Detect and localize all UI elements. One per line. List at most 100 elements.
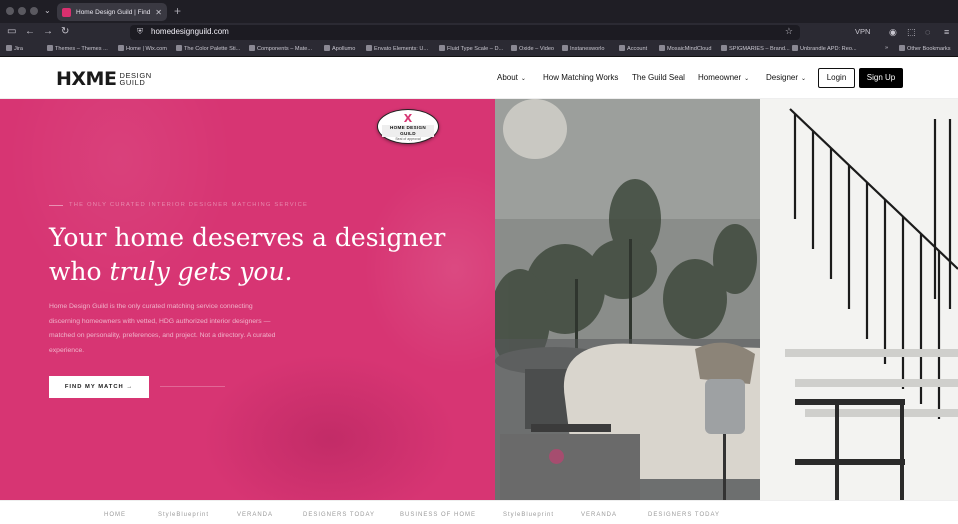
bookmark-favicon-icon — [562, 45, 568, 51]
vpn-button[interactable]: VPN — [855, 27, 870, 36]
bookmark-item[interactable]: Oxide – Video — [511, 45, 554, 52]
nav-designer[interactable]: Designer ⌄ — [766, 73, 806, 82]
window-zoom-button[interactable] — [30, 7, 38, 15]
chevron-down-icon: ⌄ — [744, 76, 750, 82]
url-text[interactable]: homedesignguild.com — [151, 27, 229, 36]
signup-button[interactable]: Sign Up — [859, 68, 903, 88]
folder-icon — [899, 45, 905, 51]
bookmark-favicon-icon — [118, 45, 124, 51]
bookmark-item[interactable]: Account — [619, 45, 647, 52]
browser-toolbar: ▭ ← → ↻ ⛨ homedesignguild.com ☆ VPN ◉ ⬚ … — [0, 23, 958, 42]
bookmark-item[interactable]: SPIGMARIES – Brand... — [721, 45, 790, 52]
hero-pink-panel: THE ONLY CURATED INTERIOR DESIGNER MATCH… — [0, 99, 495, 500]
bar-cart-leg — [900, 399, 904, 500]
window-close-button[interactable] — [6, 7, 14, 15]
bar-cart-shelf — [795, 459, 905, 465]
logo-subtitle: DESIGN GUILD — [119, 71, 152, 87]
browser-tab-active[interactable]: Home Design Guild | Find Top In ✕ — [57, 3, 167, 21]
bookmark-item[interactable]: Home | Wix.com — [118, 45, 167, 52]
tab-list-icon[interactable]: ⌄ — [44, 5, 51, 17]
browser-tab-bar: ⌄ Home Design Guild | Find Top In ✕ + — [0, 0, 958, 23]
seal-subtitle: Seal of approval — [395, 137, 421, 141]
bookmark-favicon-icon — [721, 45, 727, 51]
press-logo: BUSINESS OF HOME — [400, 512, 477, 518]
menu-hamburger-icon[interactable]: ≡ — [944, 26, 949, 38]
profile-icon[interactable]: ◌ — [925, 26, 930, 38]
hero-section: THE ONLY CURATED INTERIOR DESIGNER MATCH… — [0, 99, 958, 500]
reload-icon[interactable]: ↻ — [61, 26, 69, 38]
interior-photo-illustration — [495, 99, 958, 500]
press-logo: VERANDA — [237, 512, 274, 518]
bookmark-item[interactable]: Instanesworlo — [562, 45, 605, 52]
bookmark-favicon-icon — [324, 45, 330, 51]
bookmark-folder-other[interactable]: Other Bookmarks — [899, 45, 951, 52]
ice-bucket — [705, 379, 745, 434]
bookmark-item[interactable]: The Color Palette Sti... — [176, 45, 240, 52]
hero-body-copy: Home Design Guild is the only curated ma… — [49, 303, 276, 354]
logo-wordmark: HXME — [56, 68, 117, 90]
chevron-down-icon: ⌄ — [520, 76, 526, 82]
bookmark-item[interactable]: Jira — [6, 45, 23, 52]
bookmark-item[interactable]: Fluid Type Scale – D... — [439, 45, 503, 52]
bar-cart-leg — [835, 399, 839, 500]
bookmark-favicon-icon — [176, 45, 182, 51]
press-logo: HOME — [104, 512, 126, 518]
bookmark-star-icon[interactable]: ☆ — [785, 26, 793, 37]
bookmark-favicon-icon — [619, 45, 625, 51]
site-header: HXME DESIGN GUILD About ⌄ How Matching Wo… — [0, 57, 958, 99]
press-logo: DESIGNERS TODAY — [303, 512, 376, 518]
ice-bucket-stand — [723, 434, 726, 500]
bookmark-favicon-icon — [249, 45, 255, 51]
find-my-match-button[interactable]: FIND MY MATCH → — [49, 376, 149, 398]
bookmark-favicon-icon — [47, 45, 53, 51]
sidebar-toggle-icon[interactable]: ▭ — [7, 26, 16, 38]
seal-x-icon: X — [403, 112, 413, 125]
chevron-down-icon: ⌄ — [801, 76, 807, 82]
website-viewport: HXME DESIGN GUILD About ⌄ How Matching Wo… — [0, 57, 958, 524]
site-logo[interactable]: HXME DESIGN GUILD — [56, 68, 152, 90]
press-logo: StyleBlueprint — [158, 512, 210, 518]
press-logo: StyleBlueprint — [503, 512, 555, 518]
secondary-link[interactable] — [160, 386, 225, 387]
window-minimize-button[interactable] — [18, 7, 26, 15]
bookmark-item[interactable]: Apollumo — [324, 45, 355, 52]
hero-interior-photo — [495, 99, 958, 500]
login-button[interactable]: Login — [818, 68, 855, 88]
eyebrow-rule — [49, 205, 63, 206]
press-logo: VERANDA — [581, 512, 618, 518]
bookmark-favicon-icon — [439, 45, 445, 51]
press-logos-strip: HOME StyleBlueprint VERANDA DESIGNERS TO… — [0, 500, 958, 524]
nav-guild-seal[interactable]: The Guild Seal — [632, 73, 685, 82]
bookmarks-overflow-icon[interactable]: » — [885, 45, 888, 51]
nav-about[interactable]: About ⌄ — [497, 73, 526, 82]
site-info-icon[interactable]: ⛨ — [137, 27, 143, 37]
back-arrow-icon[interactable]: ← — [25, 26, 35, 38]
bookmark-item[interactable]: Envato Elements: U... — [366, 45, 428, 52]
seal-title: HOME DESIGN GUILD — [382, 125, 434, 137]
forward-arrow-icon[interactable]: → — [43, 26, 53, 38]
cursor-highlight — [549, 449, 564, 464]
bookmark-item[interactable]: Unbrandle APD: Reo... — [792, 45, 857, 52]
ottoman — [500, 434, 640, 500]
bookmarks-bar: Jira Themes – Themes ... Home | Wix.com … — [0, 42, 958, 57]
bookmark-favicon-icon — [511, 45, 517, 51]
nav-homeowner[interactable]: Homeowner ⌄ — [698, 73, 749, 82]
account-icon[interactable]: ◉ — [889, 26, 897, 38]
staircase-wall — [760, 99, 958, 500]
bookmark-item[interactable]: Components – Mate... — [249, 45, 312, 52]
hero-headline: Your home deserves a designer who truly … — [49, 223, 446, 286]
new-tab-icon[interactable]: + — [174, 4, 181, 18]
bookmark-favicon-icon — [659, 45, 665, 51]
guild-seal-badge[interactable]: X HOME DESIGN GUILD Seal of approval — [377, 109, 439, 144]
extensions-icon[interactable]: ⬚ — [907, 26, 916, 38]
nav-how-matching-works[interactable]: How Matching Works — [543, 73, 618, 82]
site-favicon-icon — [62, 7, 71, 17]
bar-cart-shelf — [795, 399, 905, 405]
tab-title: Home Design Guild | Find Top In — [76, 8, 152, 16]
address-bar[interactable]: ⛨ homedesignguild.com ☆ — [130, 25, 800, 40]
bookmark-item[interactable]: MosaicMindCloud — [659, 45, 711, 52]
bookmark-item[interactable]: Themes – Themes ... — [47, 45, 108, 52]
tab-close-icon[interactable]: ✕ — [155, 8, 162, 17]
bookmark-favicon-icon — [366, 45, 372, 51]
bookmark-favicon-icon — [792, 45, 798, 51]
